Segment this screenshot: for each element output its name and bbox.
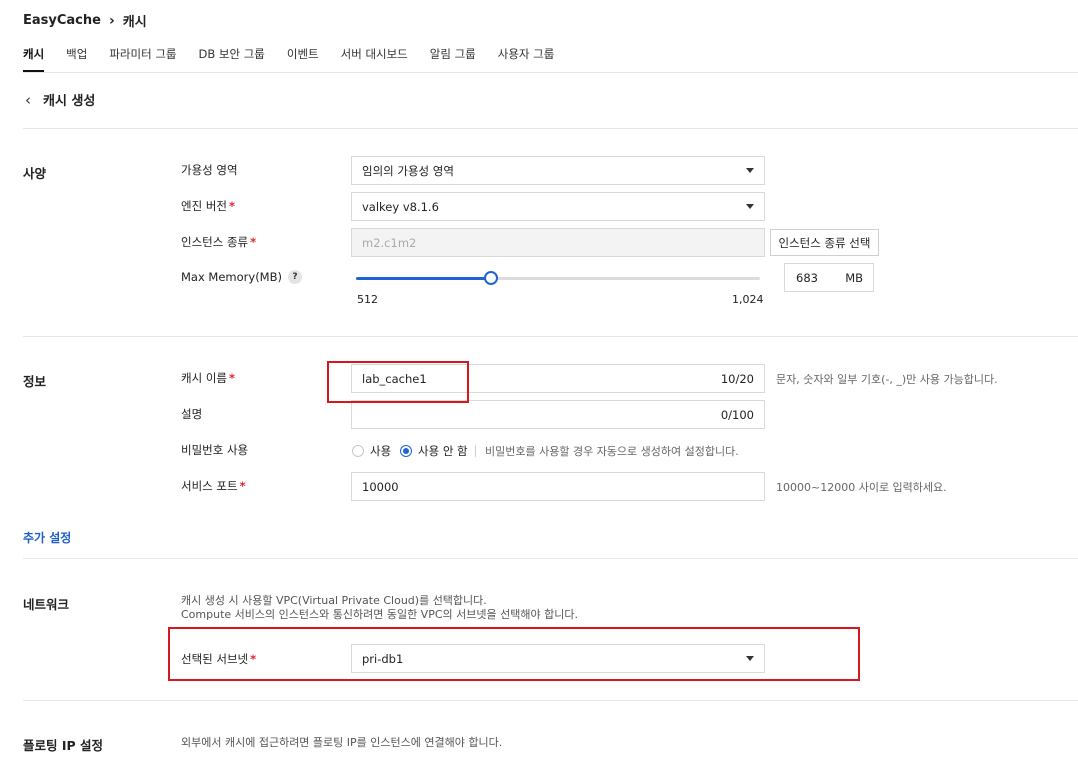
instance-type-input: m2.c1m2 xyxy=(351,228,765,257)
availability-zone-value: 임의의 가용성 영역 xyxy=(362,163,454,178)
section-title-network: 네트워크 xyxy=(23,597,70,612)
max-memory-label: Max Memory(MB) ? xyxy=(181,270,302,284)
network-description-line1: 캐시 생성 시 사용할 VPC(Virtual Private Cloud)를 … xyxy=(181,594,487,607)
max-memory-value: 683 xyxy=(796,270,818,285)
tab-user-group[interactable]: 사용자 그룹 xyxy=(498,45,555,72)
required-mark: * xyxy=(250,235,257,249)
password-no-label: 사용 안 함 xyxy=(418,444,468,458)
engine-version-label: 엔진 버전 * xyxy=(181,198,235,214)
instance-type-placeholder: m2.c1m2 xyxy=(362,235,417,250)
cache-name-label-text: 캐시 이름 xyxy=(181,371,227,385)
max-memory-input[interactable]: 683 MB xyxy=(784,263,874,292)
breadcrumb-service[interactable]: EasyCache xyxy=(23,13,101,28)
tab-db-security-group[interactable]: DB 보안 그룹 xyxy=(198,45,264,72)
section-title-info: 정보 xyxy=(23,374,47,389)
network-description: 캐시 생성 시 사용할 VPC(Virtual Private Cloud)를 … xyxy=(181,594,578,622)
advanced-settings-link[interactable]: 추가 설정 xyxy=(23,529,71,546)
tabs-divider xyxy=(23,72,1078,73)
section-divider xyxy=(23,700,1078,701)
required-mark: * xyxy=(228,199,235,213)
page: EasyCache › 캐시 캐시 백업 파라미터 그룹 DB 보안 그룹 이벤… xyxy=(0,0,1078,767)
tab-events[interactable]: 이벤트 xyxy=(287,45,319,72)
availability-zone-label-text: 가용성 영역 xyxy=(181,163,238,177)
back-button[interactable]: ‹ 캐시 생성 xyxy=(25,90,96,110)
divider xyxy=(475,445,476,457)
service-port-value: 10000 xyxy=(362,479,399,494)
caret-down-icon xyxy=(746,204,754,209)
engine-version-select[interactable]: valkey v8.1.6 xyxy=(351,192,765,221)
breadcrumb: EasyCache › 캐시 xyxy=(23,11,147,31)
select-instance-type-button[interactable]: 인스턴스 종류 선택 xyxy=(770,229,879,256)
slider-fill xyxy=(356,277,491,280)
instance-type-label: 인스턴스 종류 * xyxy=(181,234,256,250)
highlight-box-subnet xyxy=(168,627,860,681)
password-label: 비밀번호 사용 xyxy=(181,442,248,458)
max-memory-slider[interactable] xyxy=(356,271,760,285)
engine-version-label-text: 엔진 버전 xyxy=(181,199,227,213)
caret-down-icon xyxy=(746,168,754,173)
tab-notification-group[interactable]: 알림 그룹 xyxy=(430,45,476,72)
description-counter: 0/100 xyxy=(720,408,754,422)
availability-zone-select[interactable]: 임의의 가용성 영역 xyxy=(351,156,765,185)
chevron-right-icon: › xyxy=(108,12,115,29)
cache-name-counter: 10/20 xyxy=(720,372,754,386)
tab-cache[interactable]: 캐시 xyxy=(23,45,45,72)
section-divider xyxy=(23,336,1078,337)
availability-zone-label: 가용성 영역 xyxy=(181,162,238,178)
service-port-input[interactable]: 10000 xyxy=(351,472,765,501)
highlight-box-cache-name xyxy=(327,361,469,403)
network-description-line2: Compute 서비스의 인스턴스와 통신하려면 동일한 VPC의 서브넷을 선… xyxy=(181,608,578,621)
page-title: 캐시 생성 xyxy=(43,94,96,109)
max-memory-unit: MB xyxy=(845,270,863,285)
slider-min-label: 512 xyxy=(357,293,378,306)
tab-backup[interactable]: 백업 xyxy=(66,45,87,72)
instance-type-label-text: 인스턴스 종류 xyxy=(181,235,249,249)
service-port-hint: 10000~12000 사이로 입력하세요. xyxy=(776,481,947,494)
slider-max-label: 1,024 xyxy=(732,293,764,306)
help-icon[interactable]: ? xyxy=(287,270,302,284)
section-divider xyxy=(23,558,1078,559)
radio-circle-checked xyxy=(400,445,412,457)
password-no-radio[interactable]: 사용 안 함 xyxy=(400,443,468,459)
cache-name-label: 캐시 이름 * xyxy=(181,370,235,386)
required-mark: * xyxy=(239,479,246,493)
service-port-label-text: 서비스 포트 xyxy=(181,479,238,493)
description-input[interactable]: 0/100 xyxy=(351,400,765,429)
password-hint: 비밀번호를 사용할 경우 자동으로 생성하여 설정합니다. xyxy=(485,445,739,458)
tab-parameter-group[interactable]: 파라미터 그룹 xyxy=(109,45,176,72)
required-mark: * xyxy=(228,371,235,385)
service-port-label: 서비스 포트 * xyxy=(181,478,246,494)
title-divider xyxy=(23,128,1078,129)
chevron-left-icon: ‹ xyxy=(25,90,31,109)
service-tabs: 캐시 백업 파라미터 그룹 DB 보안 그룹 이벤트 서버 대시보드 알림 그룹… xyxy=(23,45,576,72)
description-label: 설명 xyxy=(181,406,202,422)
section-title-floating-ip: 플로팅 IP 설정 xyxy=(23,738,104,753)
engine-version-value: valkey v8.1.6 xyxy=(362,199,439,214)
cache-name-hint: 문자, 숫자와 일부 기호(-, _)만 사용 가능합니다. xyxy=(776,373,998,386)
tab-server-dashboard[interactable]: 서버 대시보드 xyxy=(341,45,408,72)
breadcrumb-current: 캐시 xyxy=(122,15,147,30)
section-title-spec: 사양 xyxy=(23,166,47,181)
max-memory-label-text: Max Memory(MB) xyxy=(181,270,282,284)
password-use-label: 사용 xyxy=(370,444,392,458)
radio-circle xyxy=(352,445,364,457)
password-use-radio[interactable]: 사용 xyxy=(352,443,391,459)
description-label-text: 설명 xyxy=(181,407,203,421)
slider-handle[interactable] xyxy=(483,271,498,285)
password-label-text: 비밀번호 사용 xyxy=(181,443,249,457)
floating-ip-description: 외부에서 캐시에 접근하려면 플로팅 IP를 인스턴스에 연결해야 합니다. xyxy=(181,736,503,749)
